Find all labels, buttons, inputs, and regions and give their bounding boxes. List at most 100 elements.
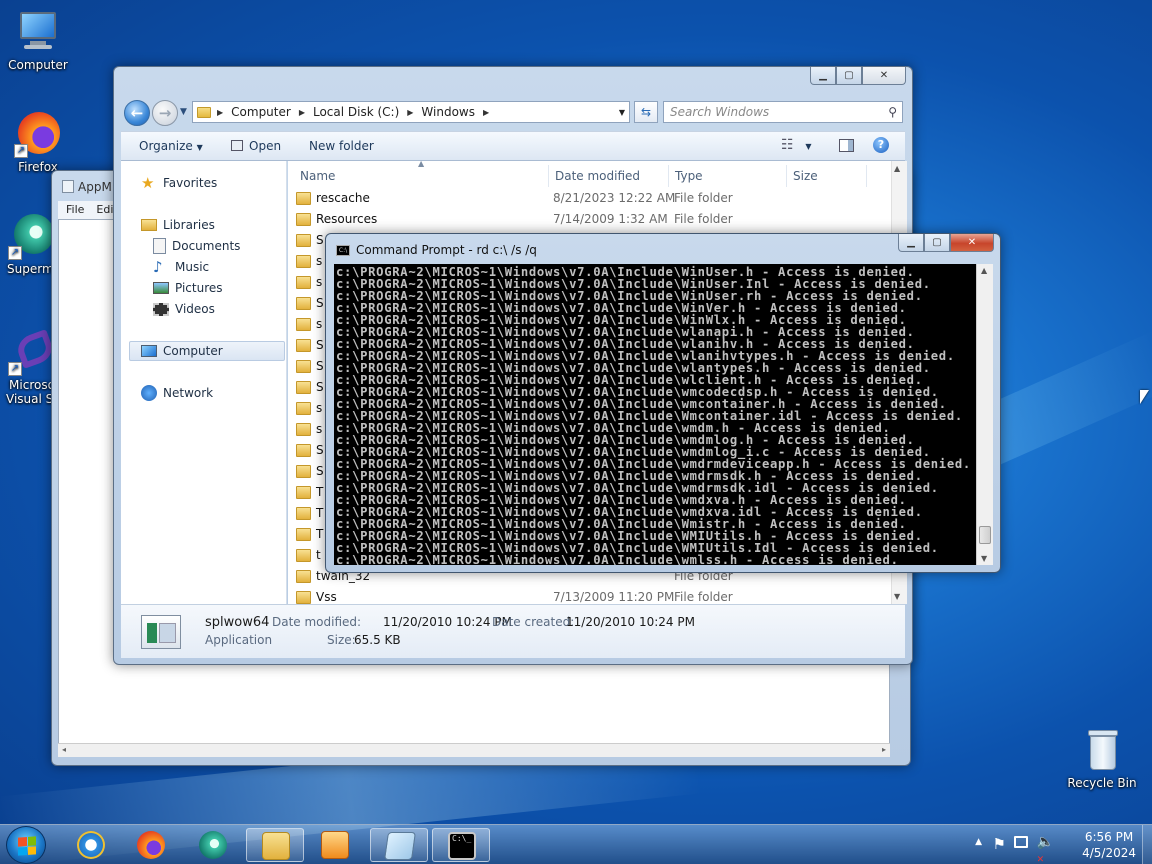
recent-pages-icon[interactable]: ▼: [180, 107, 187, 117]
organize-button[interactable]: Organize ▼: [139, 139, 203, 153]
minimize-button[interactable]: ▁: [898, 234, 924, 252]
address-bar[interactable]: ▶ Computer ▶ Local Disk (C:) ▶ Windows ▶…: [192, 101, 630, 123]
column-header-name[interactable]: Name: [294, 165, 549, 187]
recycle-bin-icon: [1078, 726, 1126, 774]
search-input[interactable]: Search Windows ⚲: [663, 101, 903, 123]
menu-edit[interactable]: Edi: [96, 201, 113, 219]
chevron-down-icon[interactable]: ▼: [619, 108, 625, 117]
table-row[interactable]: rescache 8/21/2023 12:22 AM File folder: [294, 188, 854, 209]
breadcrumb-windows[interactable]: Windows: [421, 105, 475, 119]
show-desktop-button[interactable]: [1142, 825, 1152, 864]
explorer-caption-buttons: ▁ ▢ ✕: [810, 67, 906, 85]
column-header-date-modified[interactable]: Date modified: [549, 165, 669, 187]
taskbar-media-player[interactable]: [306, 828, 364, 862]
scroll-right-icon[interactable]: ▸: [882, 745, 886, 754]
nav-documents[interactable]: Documents: [153, 236, 240, 256]
console-scrollbar[interactable]: ▲ ▼: [976, 264, 993, 565]
nav-computer[interactable]: Computer: [129, 341, 285, 361]
help-icon[interactable]: ?: [873, 137, 889, 153]
row-name: T: [316, 506, 324, 520]
details-created-value: 11/20/2010 10:24 PM: [566, 615, 695, 629]
pictures-icon: [153, 282, 169, 294]
details-size-label: Size:: [327, 633, 356, 647]
details-size-value: 65.5 KB: [354, 633, 401, 647]
command-prompt-window[interactable]: C:\ Command Prompt - rd c:\ /s /q ▁ ▢ ✕ c…: [325, 233, 1001, 573]
appm-window-title: AppM: [62, 180, 112, 194]
close-button[interactable]: ✕: [950, 234, 994, 252]
notepad-icon: [384, 832, 416, 860]
maximize-button[interactable]: ▢: [836, 67, 862, 85]
folder-icon: [296, 570, 311, 583]
details-pane: splwow64 Application Date modified: 11/2…: [121, 604, 905, 658]
folder-icon: [296, 381, 311, 394]
column-header-size[interactable]: Size: [787, 165, 867, 187]
refresh-button[interactable]: ⇆: [634, 101, 658, 123]
network-status-icon[interactable]: [1014, 836, 1028, 848]
row-date-modified: 8/21/2023 12:22 AM: [553, 191, 676, 205]
folder-icon: [296, 192, 311, 205]
chevron-right-icon[interactable]: ▶: [483, 108, 489, 117]
column-header-type[interactable]: Type: [669, 165, 787, 187]
nav-music[interactable]: ♪ Music: [153, 257, 209, 277]
forward-button[interactable]: →: [152, 100, 178, 126]
nav-network[interactable]: Network: [141, 383, 213, 403]
nav-libraries[interactable]: Libraries: [141, 215, 215, 235]
console-scroll-thumb[interactable]: [979, 526, 991, 544]
folder-icon: [296, 402, 311, 415]
details-modified-label: Date modified:: [272, 615, 362, 629]
taskbar-clock[interactable]: 6:56 PM 4/5/2024: [1082, 829, 1136, 861]
console-output[interactable]: c:\PROGRA~2\MICROS~1\Windows\v7.0A\Inclu…: [334, 264, 976, 565]
start-button[interactable]: [6, 826, 46, 864]
row-name: S: [316, 443, 324, 457]
open-button[interactable]: Open: [231, 139, 281, 153]
view-options-icon[interactable]: ☷ ▼: [781, 137, 812, 153]
row-name: s: [316, 254, 323, 268]
appm-horizontal-scrollbar[interactable]: ◂ ▸: [58, 743, 890, 757]
videos-icon: [153, 302, 169, 316]
desktop-icon-recycle-bin[interactable]: Recycle Bin: [1062, 726, 1142, 790]
shortcut-arrow-icon: ↗: [8, 362, 22, 376]
chevron-right-icon[interactable]: ▶: [299, 108, 305, 117]
back-button[interactable]: ←: [124, 100, 150, 126]
show-hidden-icons-icon[interactable]: ▲: [975, 837, 982, 847]
maximize-button[interactable]: ▢: [924, 234, 950, 252]
folder-icon: [296, 591, 311, 604]
desktop-icon-firefox[interactable]: ↗ Firefox: [0, 110, 78, 174]
new-folder-button[interactable]: New folder: [309, 139, 374, 153]
taskbar-supermium[interactable]: [184, 828, 242, 862]
desktop-icon-computer[interactable]: Computer: [0, 8, 78, 72]
nav-favorites[interactable]: ★ Favorites: [141, 173, 217, 193]
minimize-button[interactable]: ▁: [810, 67, 836, 85]
taskbar-windows-explorer[interactable]: [246, 828, 304, 862]
visual-studio-icon: ↗: [8, 328, 57, 376]
chevron-right-icon[interactable]: ▶: [217, 108, 223, 117]
search-icon[interactable]: ⚲: [888, 102, 897, 122]
action-center-flag-icon[interactable]: ⚑: [993, 835, 1006, 853]
breadcrumb-computer[interactable]: Computer: [231, 105, 291, 119]
volume-muted-icon[interactable]: 🔈✕: [1037, 834, 1054, 864]
scroll-down-icon[interactable]: ▼: [981, 554, 987, 563]
nav-videos[interactable]: Videos: [153, 299, 215, 319]
taskbar-notepad[interactable]: [370, 828, 428, 862]
menu-file[interactable]: File: [66, 201, 84, 219]
taskbar-internet-explorer[interactable]: [62, 828, 120, 862]
chevron-right-icon[interactable]: ▶: [407, 108, 413, 117]
scroll-down-icon[interactable]: ▼: [894, 592, 900, 601]
preview-pane-icon[interactable]: [839, 137, 854, 155]
taskbar-firefox[interactable]: [122, 828, 180, 862]
breadcrumb-local-disk[interactable]: Local Disk (C:): [313, 105, 399, 119]
scroll-up-icon[interactable]: ▲: [894, 164, 900, 173]
folder-icon: [296, 486, 311, 499]
clock-time: 6:56 PM: [1084, 830, 1134, 844]
row-name: S: [316, 233, 324, 247]
nav-pictures[interactable]: Pictures: [153, 278, 223, 298]
taskbar-command-prompt[interactable]: C:\_: [432, 828, 490, 862]
folder-icon: [296, 444, 311, 457]
folder-icon: [296, 549, 311, 562]
table-row[interactable]: Resources 7/14/2009 1:32 AM File folder: [294, 209, 854, 230]
scroll-up-icon[interactable]: ▲: [981, 266, 987, 275]
row-name: t: [316, 548, 321, 562]
scroll-left-icon[interactable]: ◂: [62, 745, 66, 754]
windows-logo-icon: [18, 836, 36, 856]
close-button[interactable]: ✕: [862, 67, 906, 85]
